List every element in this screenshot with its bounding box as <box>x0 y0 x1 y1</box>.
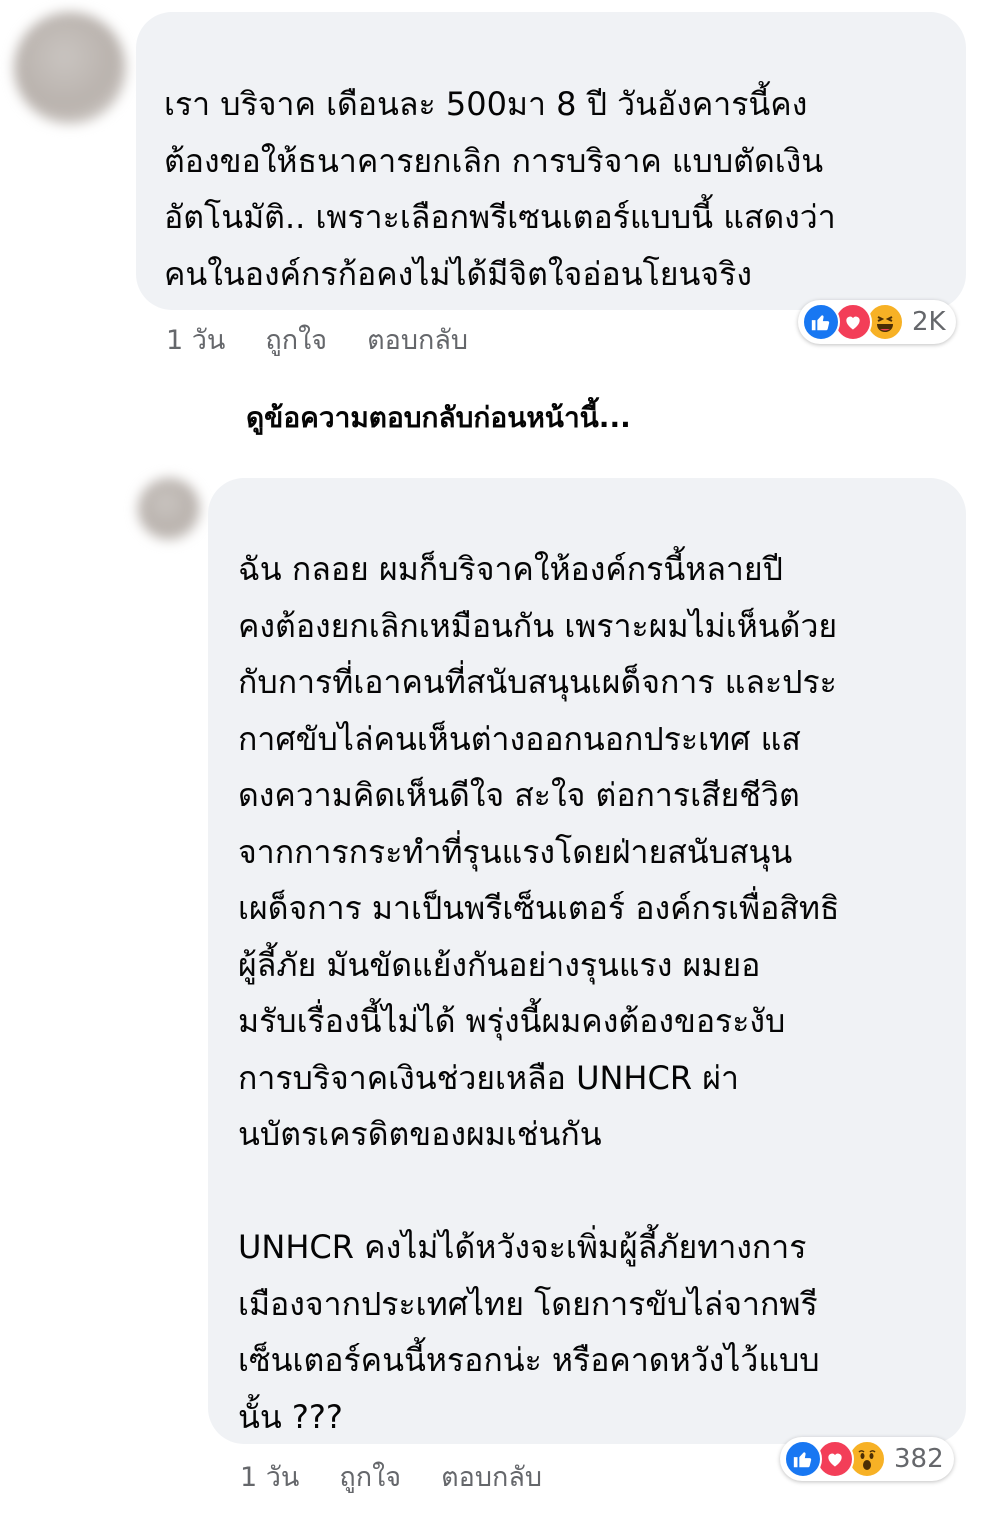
like-button[interactable]: ถูกใจ <box>265 318 327 361</box>
commenter-avatar[interactable] <box>14 12 126 124</box>
comment-actions: 1 วัน ถูกใจ ตอบกลับ <box>240 1455 542 1498</box>
comment-text: เรา บริจาค เดือนละ 500มา 8 ปี วันอังคารน… <box>164 85 836 293</box>
like-icon <box>784 1440 822 1478</box>
reply-button[interactable]: ตอบกลับ <box>367 318 468 361</box>
reaction-count: 382 <box>894 1444 944 1474</box>
reaction-count: 2K <box>912 307 946 337</box>
reaction-summary[interactable]: 2K <box>798 300 956 344</box>
reply-button[interactable]: ตอบกลับ <box>441 1455 542 1498</box>
comment-text: ฉัน กลอย ผมก็บริจาคให้องค์กรนี้หลายปี คง… <box>238 550 840 1436</box>
comment-timestamp: 1 วัน <box>240 1462 300 1493</box>
comment-actions: 1 วัน ถูกใจ ตอบกลับ <box>166 318 468 361</box>
reaction-summary[interactable]: 382 <box>780 1437 954 1481</box>
like-button[interactable]: ถูกใจ <box>339 1455 401 1498</box>
like-icon <box>802 303 840 341</box>
commenter-avatar[interactable] <box>138 478 200 540</box>
comment-timestamp: 1 วัน <box>166 325 226 356</box>
view-previous-replies-link[interactable]: ดูข้อความตอบกลับก่อนหน้านี้... <box>246 396 631 440</box>
